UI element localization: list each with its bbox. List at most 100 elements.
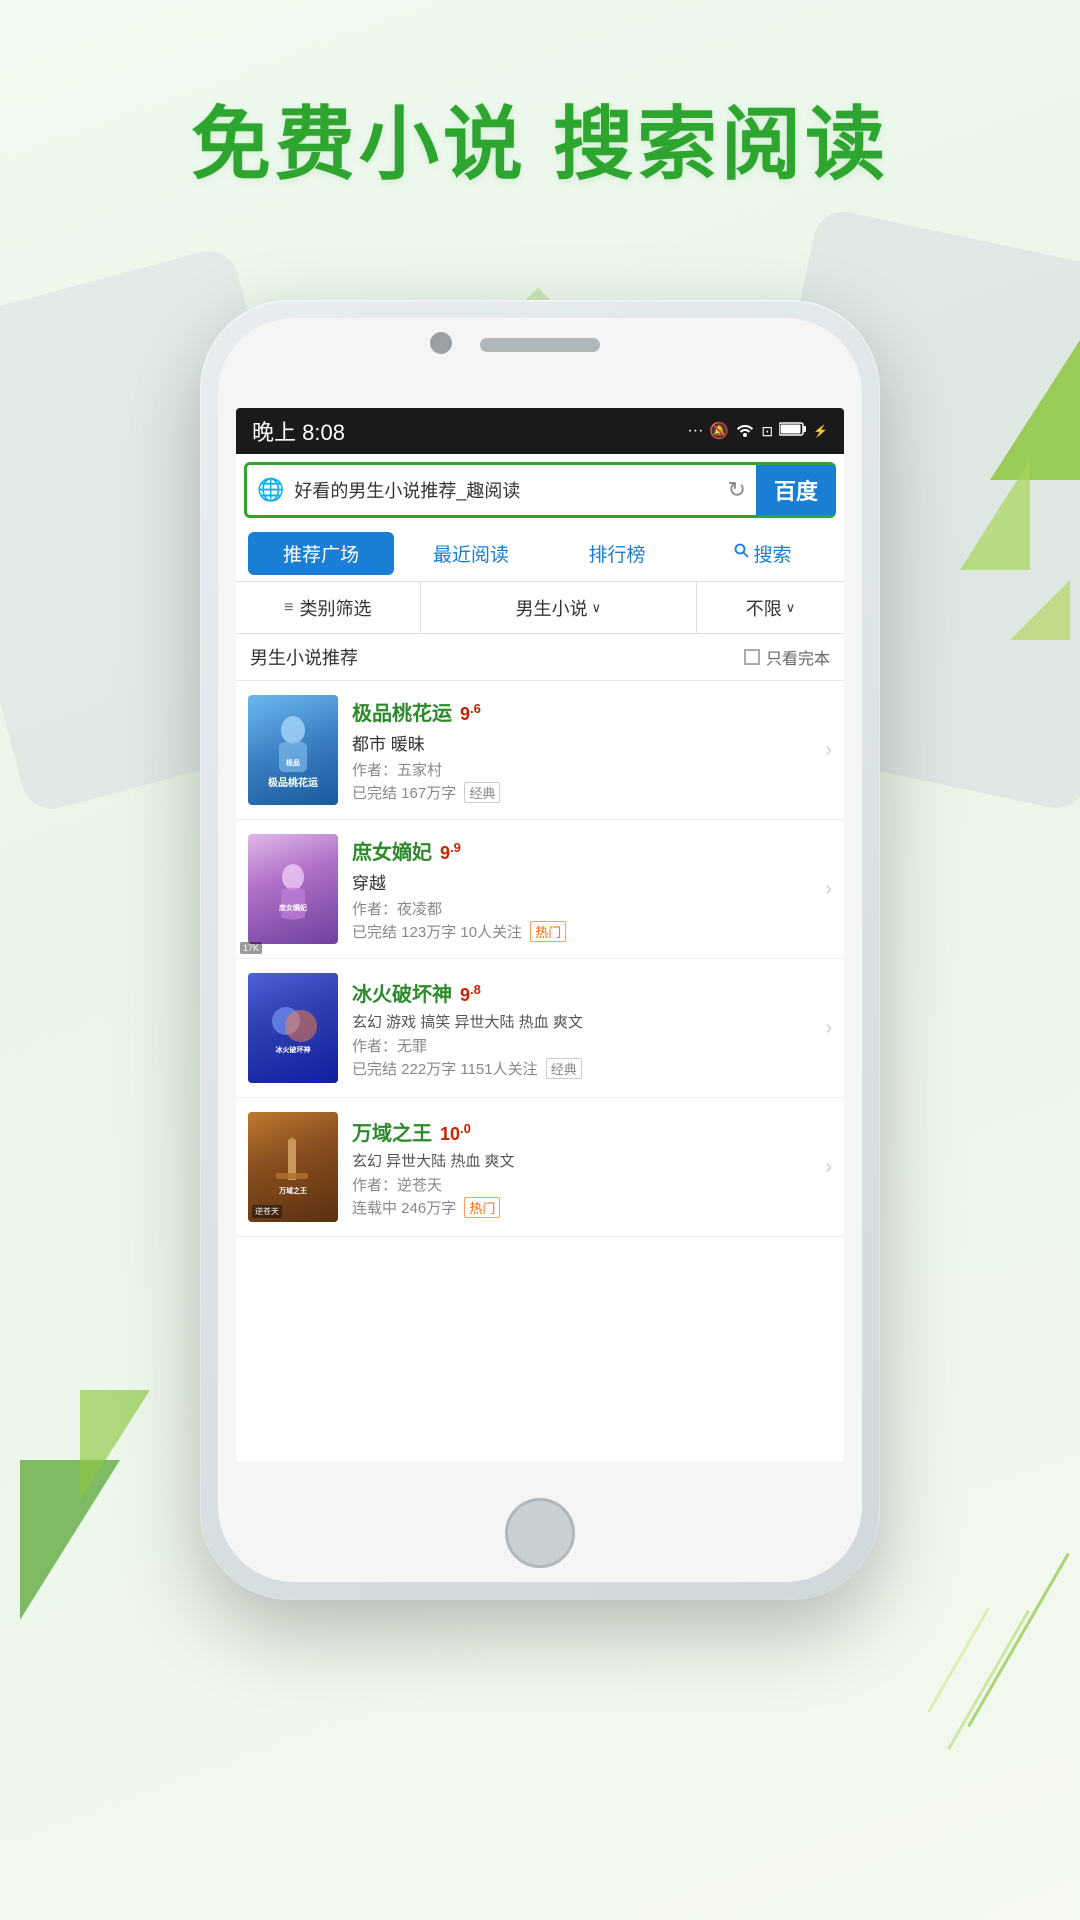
- book-meta-2: 作者：夜凌都: [352, 898, 817, 919]
- phone-camera: [430, 332, 452, 354]
- section-title: 男生小说推荐: [250, 644, 358, 670]
- filter-limit-label: 不限: [746, 595, 782, 621]
- complete-only-checkbox[interactable]: [744, 649, 760, 665]
- phone-home-button[interactable]: [505, 1498, 575, 1568]
- tab-recommend[interactable]: 推荐广场: [248, 532, 394, 575]
- book-title-row-2: 庶女嫡妃 9.9: [352, 836, 817, 865]
- cover-1-text: 极品桃花运: [268, 778, 318, 790]
- page-title: 免费小说 搜索阅读: [0, 80, 1080, 196]
- filter-limit-btn[interactable]: 不限 ∨: [697, 582, 844, 633]
- battery-icon: [779, 422, 807, 441]
- svg-text:冰火破坏神: 冰火破坏神: [275, 1045, 310, 1054]
- book-stats-3: 已完结 222万字 1151人关注 经典: [352, 1058, 817, 1079]
- flash-icon: ⚡: [813, 424, 828, 438]
- book-info-3: 冰火破坏神 9.8 玄幻 游戏 搞笑 异世大陆 热血 爽文 作者：无罪 已完结 …: [352, 978, 817, 1079]
- book-info-4: 万域之王 10.0 玄幻 异世大陆 热血 爽文 作者：逆苍天 连载中 246万字…: [352, 1117, 817, 1218]
- mute-icon: 🔕: [709, 421, 729, 441]
- bg-line-2: [947, 1610, 1030, 1750]
- filter-category-icon: ≡: [284, 599, 293, 617]
- bg-line-1: [967, 1553, 1070, 1728]
- book-stats-4: 连载中 246万字 热门: [352, 1197, 817, 1218]
- complete-only-label: 只看完本: [766, 645, 830, 669]
- sim-icon: ⊡: [761, 423, 773, 440]
- phone-inner: 晚上 8:08 ··· 🔕 ⊡: [218, 318, 862, 1582]
- book-cover-4: 万域之王 逆苍天: [248, 1112, 338, 1222]
- status-time: 晚上 8:08: [252, 415, 345, 447]
- signal-icon: ···: [687, 422, 703, 440]
- book-item-3[interactable]: 冰火破坏神 冰火破坏神 9.8 玄幻 游戏 搞笑 异世大陆: [236, 959, 844, 1098]
- chevron-right-1: ›: [825, 739, 832, 762]
- book-meta-1: 作者：五家村: [352, 759, 817, 780]
- section-filter-area[interactable]: 只看完本: [744, 645, 830, 669]
- tab-search-label: 搜索: [753, 540, 791, 567]
- bg-triangle-bottom-left: [20, 1460, 120, 1620]
- book-title-row-1: 极品桃花运 9.6: [352, 697, 817, 726]
- tab-bar: 推荐广场 最近阅读 排行榜 搜索: [236, 526, 844, 582]
- bg-tri-small-right: [1010, 580, 1070, 640]
- book-title-2: 庶女嫡妃: [352, 836, 432, 865]
- chevron-right-3: ›: [825, 1017, 832, 1040]
- book-genre-1: 都市 暖昧: [352, 730, 817, 755]
- tag-wanyu: 逆苍天: [252, 1205, 282, 1218]
- filter-type-label: 男生小说: [516, 595, 588, 621]
- phone-outer: 晚上 8:08 ··· 🔕 ⊡: [200, 300, 880, 1600]
- book-badge-4: 热门: [464, 1197, 500, 1218]
- search-input-text[interactable]: 好看的男生小说推荐_趣阅读: [294, 477, 717, 503]
- search-tab-icon: [734, 543, 750, 565]
- book-title-3: 冰火破坏神: [352, 978, 452, 1007]
- book-title-4: 万域之王: [352, 1117, 432, 1146]
- bg-line-3: [927, 1607, 990, 1712]
- filter-type-btn[interactable]: 男生小说 ∨: [421, 582, 697, 633]
- phone-speaker: [480, 338, 600, 352]
- book-meta-3: 作者：无罪: [352, 1035, 817, 1056]
- tab-search[interactable]: 搜索: [690, 526, 836, 581]
- book-rating-4: 10.0: [440, 1121, 471, 1145]
- book-cover-3: 冰火破坏神: [248, 973, 338, 1083]
- filter-category-label: 类别筛选: [299, 595, 371, 621]
- section-header: 男生小说推荐 只看完本: [236, 634, 844, 681]
- chevron-right-2: ›: [825, 878, 832, 901]
- book-list: 极品 极品桃花运 极品桃花运 9.6: [236, 681, 844, 1462]
- status-bar: 晚上 8:08 ··· 🔕 ⊡: [236, 408, 844, 454]
- bg-triangle-top-right: [990, 340, 1080, 480]
- filter-type-chevron: ∨: [592, 600, 602, 616]
- book-title-1: 极品桃花运: [352, 697, 452, 726]
- wifi-icon: [735, 421, 755, 442]
- bg-triangle-mid-right: [960, 460, 1030, 570]
- book-badge-2: 热门: [530, 921, 566, 942]
- book-item-2[interactable]: 庶女嫡妃 17K 庶女嫡妃 9.9: [236, 820, 844, 959]
- book-rating-1: 9.6: [460, 701, 481, 725]
- book-genre-4: 玄幻 异世大陆 热血 爽文: [352, 1150, 817, 1171]
- baidu-button[interactable]: 百度: [756, 465, 836, 515]
- book-genre-3: 玄幻 游戏 搞笑 异世大陆 热血 爽文: [352, 1011, 817, 1032]
- book-genre-2: 穿越: [352, 869, 817, 894]
- status-icons: ··· 🔕 ⊡: [687, 421, 828, 442]
- svg-text:万域之王: 万域之王: [278, 1186, 307, 1195]
- bg-triangle-small-left: [80, 1390, 150, 1500]
- tab-ranking[interactable]: 排行榜: [544, 526, 690, 581]
- tab-recent[interactable]: 最近阅读: [398, 526, 544, 581]
- book-title-row-4: 万域之王 10.0: [352, 1117, 817, 1146]
- phone-screen: 晚上 8:08 ··· 🔕 ⊡: [236, 408, 844, 1462]
- search-bar[interactable]: 🌐 好看的男生小说推荐_趣阅读 ↻ 百度: [244, 462, 836, 518]
- filter-category-btn[interactable]: ≡ 类别筛选: [236, 582, 421, 633]
- tag-17k: 17K: [248, 942, 262, 944]
- book-info-1: 极品桃花运 9.6 都市 暖昧 作者：五家村 已完结 167万字 经典: [352, 697, 817, 803]
- globe-icon: 🌐: [247, 477, 294, 503]
- book-info-2: 庶女嫡妃 9.9 穿越 作者：夜凌都 已完结 123万字 10人关注 热门: [352, 836, 817, 942]
- book-meta-4: 作者：逆苍天: [352, 1174, 817, 1195]
- book-title-row-3: 冰火破坏神 9.8: [352, 978, 817, 1007]
- svg-text:极品: 极品: [286, 758, 300, 767]
- book-stats-2: 已完结 123万字 10人关注 热门: [352, 921, 817, 942]
- book-item-1[interactable]: 极品 极品桃花运 极品桃花运 9.6: [236, 681, 844, 820]
- book-cover-1: 极品 极品桃花运: [248, 695, 338, 805]
- refresh-icon[interactable]: ↻: [718, 477, 756, 503]
- book-stats-1: 已完结 167万字 经典: [352, 782, 817, 803]
- filter-limit-chevron: ∨: [786, 600, 796, 616]
- book-rating-2: 9.9: [440, 840, 461, 864]
- filter-bar: ≡ 类别筛选 男生小说 ∨ 不限 ∨: [236, 582, 844, 634]
- chevron-right-4: ›: [825, 1156, 832, 1179]
- book-cover-2: 庶女嫡妃 17K: [248, 834, 338, 944]
- book-item-4[interactable]: 万域之王 逆苍天 万域之王 10.0: [236, 1098, 844, 1237]
- book-badge-3: 经典: [546, 1058, 582, 1079]
